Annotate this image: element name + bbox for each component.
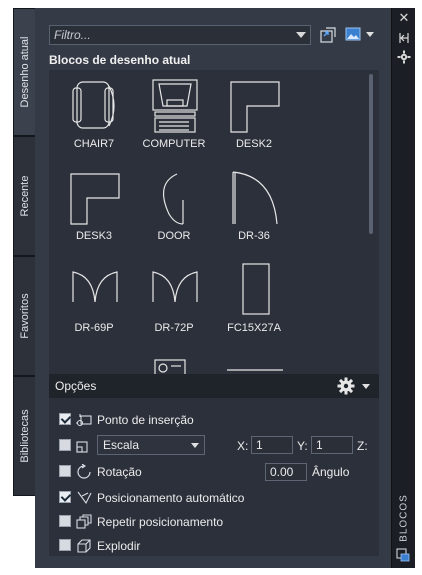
options-panel: Opções Ponto de inserção Escala X: 1 Y: … <box>49 374 379 556</box>
repeat-placement-icon <box>76 514 92 529</box>
explode-checkbox[interactable] <box>59 539 71 551</box>
close-icon[interactable]: ✕ <box>396 11 412 25</box>
tab-favoritos[interactable]: Favoritos <box>13 256 35 376</box>
chevron-down-icon[interactable] <box>296 32 306 38</box>
block-label: DESK3 <box>75 230 113 242</box>
chevron-down-icon[interactable] <box>362 384 370 389</box>
chair-icon <box>72 81 115 129</box>
dr69p-icon <box>72 271 118 303</box>
palette-content: Filtro... Blocos de desenho atual CHAIR7… <box>35 8 391 568</box>
insertion-point-icon <box>76 414 92 427</box>
repeat-placement-option: Repetir posicionamento <box>59 514 359 530</box>
tab-label: Recente <box>18 175 31 217</box>
block-label: DESK2 <box>235 138 273 150</box>
gear-icon[interactable] <box>337 377 355 395</box>
block-label: DR-69P <box>74 322 114 334</box>
scale-option: Escala X: 1 Y: 1 Z: <box>59 435 383 455</box>
properties-icon[interactable] <box>396 50 412 64</box>
blocks-scrollbar[interactable] <box>369 74 373 234</box>
block-desk3[interactable]: DESK3 <box>49 162 139 248</box>
auto-placement-icon <box>77 491 92 505</box>
filter-placeholder: Filtro... <box>54 28 91 42</box>
desk2-icon <box>230 81 280 133</box>
block-chair7[interactable]: CHAIR7 <box>49 70 139 156</box>
auto-placement-label: Posicionamento automático <box>97 491 245 505</box>
dr36-icon <box>232 171 278 225</box>
filter-input[interactable]: Filtro... <box>49 25 311 45</box>
z-label: Z: <box>357 439 368 453</box>
scale-checkbox[interactable] <box>59 439 71 451</box>
rotation-icon <box>77 464 91 479</box>
block-label: DOOR <box>157 230 191 242</box>
repeat-placement-label: Repetir posicionamento <box>97 515 224 529</box>
palette-vertical-title: BLOCOS <box>395 494 413 542</box>
blocks-palette: Desenho atual Recente Favoritos Bibliote… <box>13 8 415 568</box>
block-dr36[interactable]: DR-36 <box>209 162 299 248</box>
tab-label: Desenho atual <box>18 36 31 108</box>
view-mode-button[interactable] <box>345 26 377 44</box>
block-fc15x27a[interactable]: FC15X27A <box>209 254 299 340</box>
palette-title-text: BLOCOS <box>398 494 410 542</box>
options-title: Opções <box>55 379 97 393</box>
explode-label: Explodir <box>97 539 141 553</box>
blocks-grid: CHAIR7 COMPUTER DESK2 DESK3 DOOR DR-36 D… <box>49 70 379 376</box>
scale-select-value: Escala <box>103 438 140 452</box>
rotation-checkbox[interactable] <box>59 465 71 477</box>
insertion-point-label: Ponto de inserção <box>97 413 194 427</box>
tab-label: Bibliotecas <box>18 409 31 463</box>
angle-label: Ângulo <box>312 465 350 479</box>
insertion-point-checkbox[interactable] <box>59 413 71 425</box>
y-scale-input[interactable]: 1 <box>311 436 353 454</box>
angle-input[interactable]: 0.00 <box>265 463 307 481</box>
repeat-placement-checkbox[interactable] <box>59 515 71 527</box>
tab-label: Favoritos <box>18 293 31 339</box>
computer-icon <box>152 79 198 133</box>
blocks-palette-icon <box>396 548 410 562</box>
x-scale-input[interactable]: 1 <box>251 436 293 454</box>
tab-bibliotecas[interactable]: Bibliotecas <box>13 376 35 496</box>
import-block-icon[interactable] <box>319 26 337 44</box>
door-icon <box>162 173 184 225</box>
block-label: FC15X27A <box>227 322 281 334</box>
block-dr69p[interactable]: DR-69P <box>49 254 139 340</box>
palette-titlebar[interactable]: ✕ BLOCOS <box>391 8 415 568</box>
block-label: COMPUTER <box>142 138 206 150</box>
block-label: CHAIR7 <box>73 138 115 150</box>
chevron-down-icon <box>366 32 374 37</box>
block-computer[interactable]: COMPUTER <box>129 70 219 156</box>
block-label: DR-72P <box>154 322 194 334</box>
image-icon <box>345 27 361 41</box>
scale-icon <box>76 441 88 453</box>
auto-placement-checkbox[interactable] <box>59 491 71 503</box>
block-desk2[interactable]: DESK2 <box>209 70 299 156</box>
tab-recente[interactable]: Recente <box>13 136 35 256</box>
chevron-down-icon <box>191 443 199 448</box>
auto-placement-option: Posicionamento automático <box>59 490 359 506</box>
block-dr72p[interactable]: DR-72P <box>129 254 219 340</box>
rotation-option: Rotação 0.00 Ângulo <box>59 463 359 481</box>
fc15x27a-icon <box>242 263 270 315</box>
desk3-icon <box>70 173 120 225</box>
explode-icon <box>77 539 91 553</box>
options-header[interactable]: Opções <box>49 374 379 398</box>
y-label: Y: <box>297 439 308 453</box>
block-door[interactable]: DOOR <box>129 162 219 248</box>
dr72p-icon <box>152 271 198 303</box>
scale-select[interactable]: Escala <box>97 435 205 455</box>
rotation-label: Rotação <box>97 465 142 479</box>
auto-hide-icon[interactable] <box>396 31 412 45</box>
explode-option: Explodir <box>59 538 359 554</box>
tab-desenho-atual[interactable]: Desenho atual <box>13 8 35 136</box>
x-label: X: <box>237 439 249 453</box>
block-label: DR-36 <box>238 230 270 242</box>
tab-strip: Desenho atual Recente Favoritos Bibliote… <box>13 8 35 498</box>
blocks-section-title: Blocos de desenho atual <box>49 53 191 67</box>
insertion-point-option: Ponto de inserção <box>59 412 359 428</box>
